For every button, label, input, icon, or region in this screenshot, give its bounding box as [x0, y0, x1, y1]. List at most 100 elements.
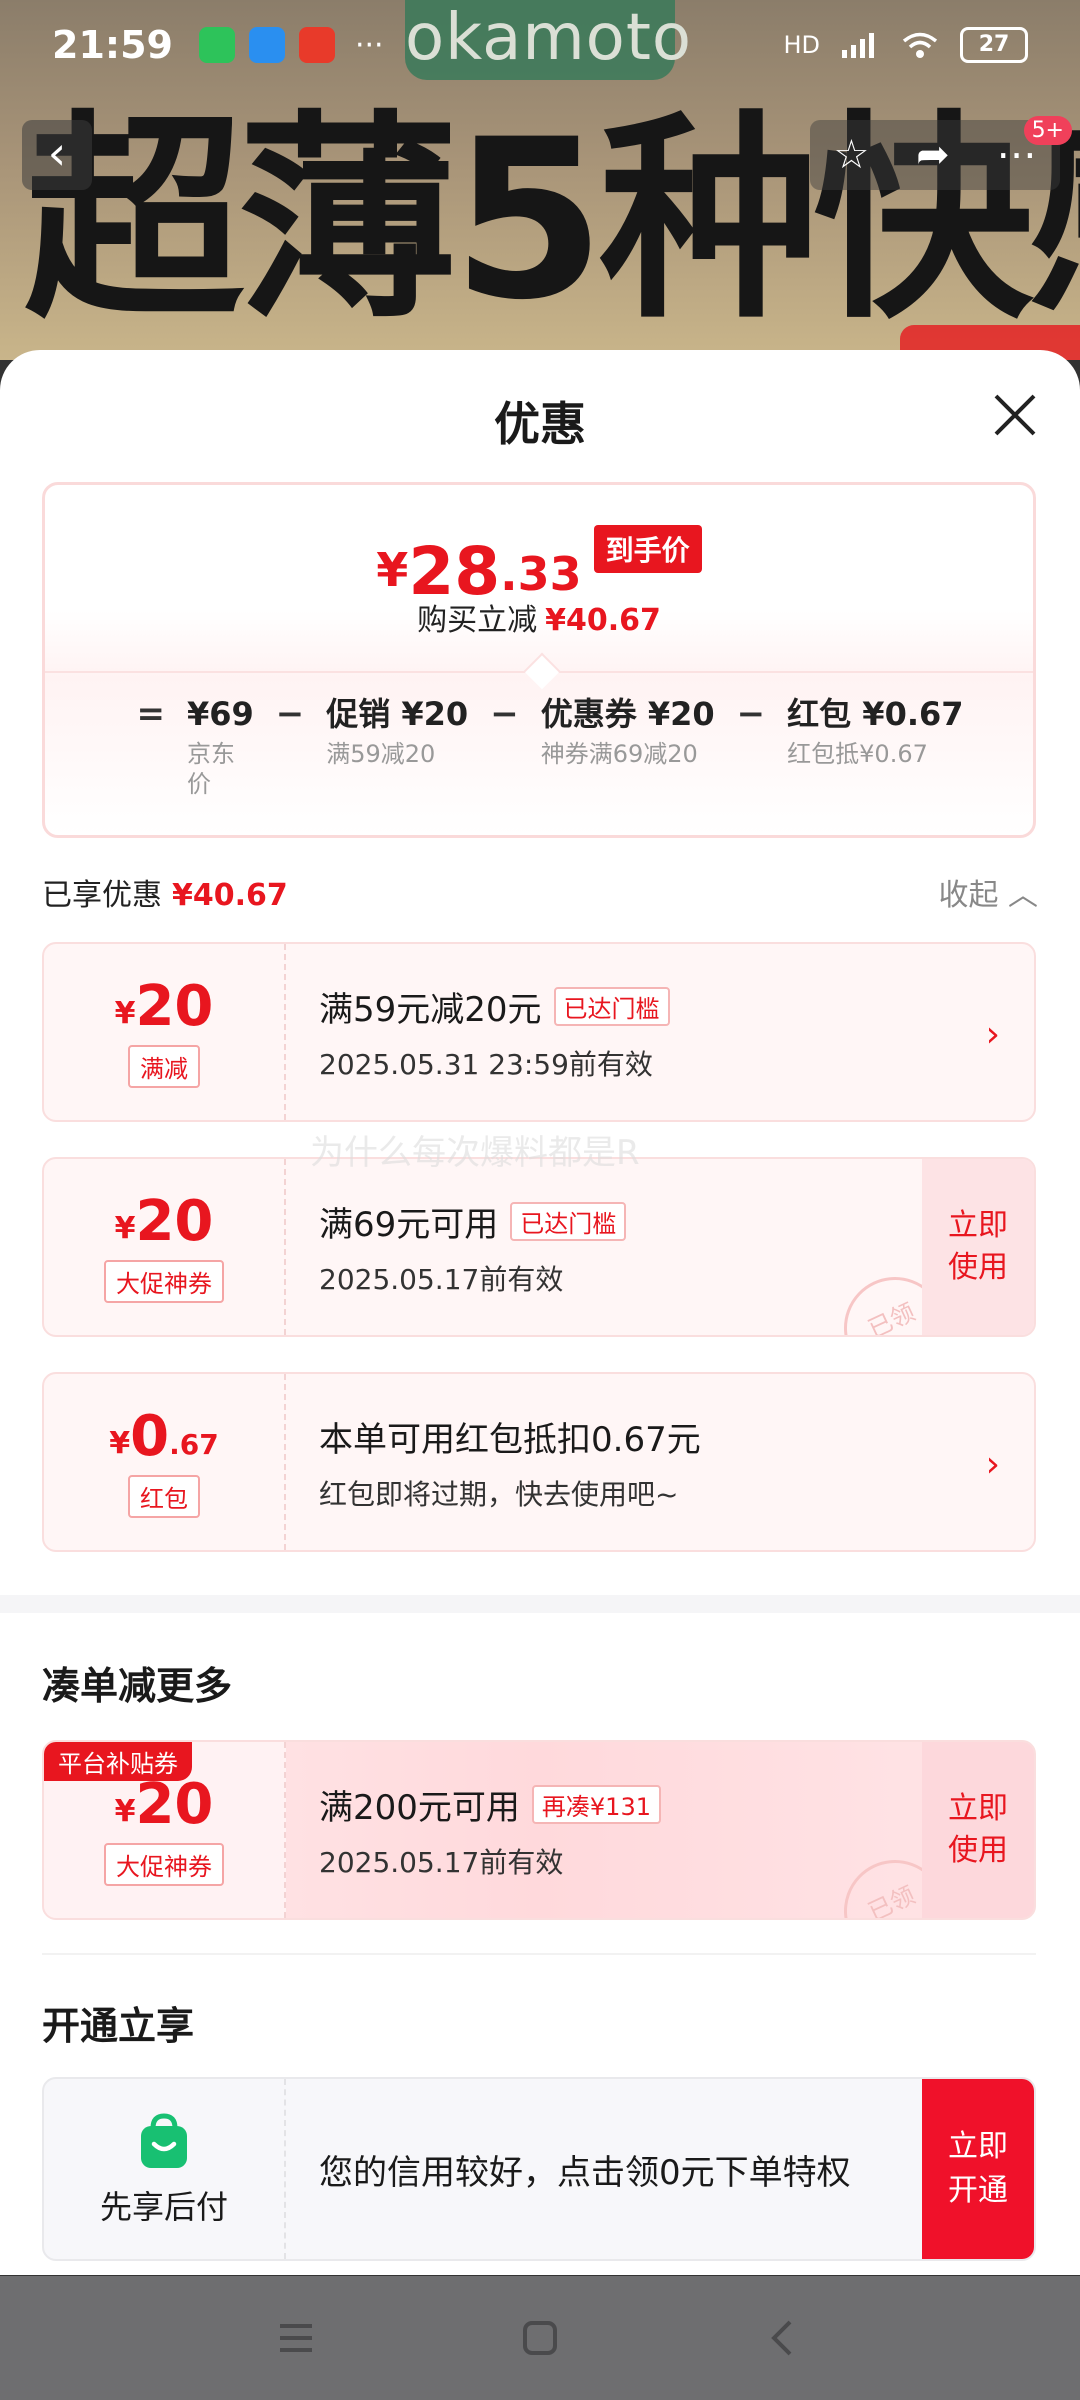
currency-symbol: ¥ — [114, 995, 136, 1031]
enjoyed-amount: ¥40.67 — [172, 878, 288, 913]
message-badge: 5+ — [1023, 116, 1072, 145]
coupon-card[interactable]: ¥ 20 大促神券 满69元可用 已达门槛 2025.05.17前有效 已领 立即… — [42, 1157, 1036, 1337]
chevron-right-icon[interactable]: › — [986, 1444, 1000, 1485]
wifi-icon — [902, 32, 938, 58]
divider — [42, 1953, 1036, 1955]
coupon-validity: 2025.05.31 23:59前有效 — [319, 1048, 653, 1081]
credit-offer-text: 您的信用较好，点击领0元下单特权 — [319, 2153, 851, 2193]
pay-later-label: 先享后付 — [99, 2188, 228, 2226]
formula-sub: 红包抵¥0.67 — [787, 740, 928, 768]
savings-amount: ¥40.67 — [545, 603, 661, 638]
formula-item: ¥69 京东价 — [187, 695, 254, 799]
currency-symbol: ¥ — [376, 543, 409, 597]
use-now-label: 立即使用 — [948, 1208, 1008, 1285]
coupon-validity: 红包即将过期，快去使用吧~ — [319, 1478, 679, 1511]
coupon-info: 满59元减20元 已达门槛 2025.05.31 23:59前有效 — [319, 982, 670, 1083]
back-icon[interactable] — [762, 2316, 806, 2360]
sheet-title: 优惠 — [494, 397, 586, 451]
share-icon[interactable]: ➦ — [916, 132, 950, 178]
currency-symbol: ¥ — [109, 1425, 131, 1461]
platform-subsidy-tag: 平台补贴券 — [44, 1742, 192, 1781]
enjoyed-discount: 已享优惠 ¥40.67 — [42, 870, 288, 914]
more-notifications-icon: ··· — [354, 27, 384, 63]
price-formula: = ¥69 京东价 − 促销 ¥20 满59减20 − 优惠券 ¥20 神券满6… — [45, 695, 1033, 799]
pay-later-card[interactable]: 先享后付 您的信用较好，点击领0元下单特权 立即开通 — [42, 2077, 1036, 2261]
savings-label: 购买立减 — [417, 603, 538, 638]
threshold-badge: 已达门槛 — [510, 1202, 627, 1241]
chevron-right-icon[interactable]: › — [986, 1014, 1000, 1055]
minus-sign: − — [275, 694, 305, 734]
use-now-button[interactable]: 立即使用 — [922, 1742, 1034, 1918]
coupon-amount: ¥ 20 大促神券 — [44, 1159, 286, 1335]
open-now-label: 立即开通 — [948, 2129, 1008, 2208]
formula-sub: 满59减20 — [326, 740, 436, 768]
coupon-type: 大促神券 — [104, 1259, 224, 1303]
coupon-amount: ¥ 20 满减 — [44, 944, 286, 1120]
back-button[interactable]: ‹ — [22, 120, 92, 190]
currency-symbol: ¥ — [114, 1793, 136, 1829]
price-summary-card: ¥ 28 .33 到手价 购买立减 ¥40.67 = ¥69 京东价 − 促销 ¥… — [42, 482, 1036, 838]
formula-sub: 神券满69减20 — [540, 740, 698, 768]
coupon-card[interactable]: ¥ 0 .67 红包 本单可用红包抵扣0.67元 红包即将过期，快去使用吧~ › — [42, 1372, 1036, 1552]
coupon-validity: 2025.05.17前有效 — [319, 1263, 564, 1296]
coupon-type: 红包 — [128, 1474, 200, 1518]
coupon-card[interactable]: ¥ 20 满减 满59元减20元 已达门槛 2025.05.31 23:59前有效… — [42, 942, 1036, 1122]
remaining-badge: 再凑¥131 — [531, 1785, 661, 1824]
coupon-value-decimal: .67 — [169, 1427, 219, 1461]
formula-value: 优惠券 ¥20 — [540, 695, 715, 733]
minus-sign: − — [490, 694, 519, 734]
coupon-type: 满减 — [128, 1044, 200, 1088]
shopping-bag-icon — [141, 2113, 187, 2168]
close-icon[interactable] — [990, 390, 1040, 440]
use-now-label: 立即使用 — [948, 1791, 1008, 1868]
favorite-icon[interactable]: ☆ — [833, 132, 869, 178]
formula-value: ¥69 — [186, 695, 254, 733]
pay-later-brand: 先享后付 — [44, 2079, 286, 2259]
price-decimal: .33 — [500, 547, 582, 601]
top-actions: ☆ ➦ ⋯ — [810, 120, 1060, 190]
formula-value: 红包 ¥0.67 — [787, 695, 964, 733]
final-price-tag: 到手价 — [593, 525, 702, 573]
section-title: 凑单减更多 — [42, 1664, 233, 1708]
coupon-card[interactable]: ¥ 20 大促神券 平台补贴券 满200元可用 再凑¥131 2025.05.17… — [42, 1740, 1036, 1920]
coupon-type: 大促神券 — [104, 1842, 224, 1886]
coupon-info: 本单可用红包抵扣0.67元 红包即将过期，快去使用吧~ — [319, 1412, 701, 1513]
coupon-value: 20 — [135, 1771, 214, 1837]
equals-sign: = — [136, 694, 165, 734]
app-icon — [248, 27, 285, 63]
coupon-info: 满69元可用 已达门槛 2025.05.17前有效 — [319, 1197, 627, 1298]
threshold-badge: 已达门槛 — [553, 987, 670, 1026]
battery-icon: 27 — [960, 27, 1028, 63]
section-title: 开通立享 — [42, 2004, 195, 2048]
formula-item: 优惠券 ¥20 神券满69减20 — [541, 695, 715, 769]
status-bar: 21:59 ··· HD 27 — [0, 0, 1080, 90]
formula-sub: 京东价 — [186, 740, 235, 798]
formula-value: 促销 ¥20 — [326, 695, 469, 733]
instant-savings: 购买立减 ¥40.67 — [45, 595, 1033, 639]
system-nav-bar — [0, 2276, 1080, 2400]
coupon-amount: ¥ 0 .67 红包 — [44, 1374, 286, 1550]
section-divider — [0, 1595, 1080, 1613]
coupon-title: 本单可用红包抵扣0.67元 — [319, 1420, 701, 1460]
enjoyed-label: 已享优惠 — [42, 878, 162, 913]
use-now-button[interactable]: 立即使用 — [922, 1159, 1034, 1335]
collapse-label: 收起 — [938, 878, 999, 913]
signal-icon — [842, 33, 874, 58]
coupon-value: 20 — [135, 973, 214, 1039]
menu-icon[interactable] — [274, 2316, 318, 2360]
chevron-up-icon: ︿ — [1008, 878, 1038, 913]
coupon-info: 满200元可用 再凑¥131 2025.05.17前有效 — [319, 1780, 661, 1881]
home-icon[interactable] — [518, 2316, 562, 2360]
coupon-title: 满59元减20元 — [319, 990, 542, 1030]
open-now-button[interactable]: 立即开通 — [922, 2079, 1034, 2259]
network-label: HD — [783, 31, 820, 59]
collapse-button[interactable]: 收起 ︿ — [938, 870, 1038, 914]
coupon-title: 满69元可用 — [319, 1205, 499, 1245]
coupon-title: 满200元可用 — [319, 1788, 520, 1828]
app-icon — [298, 27, 335, 63]
currency-symbol: ¥ — [114, 1210, 136, 1246]
caret-indicator — [523, 652, 561, 690]
coupon-validity: 2025.05.17前有效 — [319, 1846, 564, 1879]
watermark: 为什么每次爆料都是R — [310, 1133, 640, 1173]
discount-sheet: 优惠 ¥ 28 .33 到手价 购买立减 ¥40.67 = ¥69 京东价 − 促… — [0, 350, 1080, 2275]
